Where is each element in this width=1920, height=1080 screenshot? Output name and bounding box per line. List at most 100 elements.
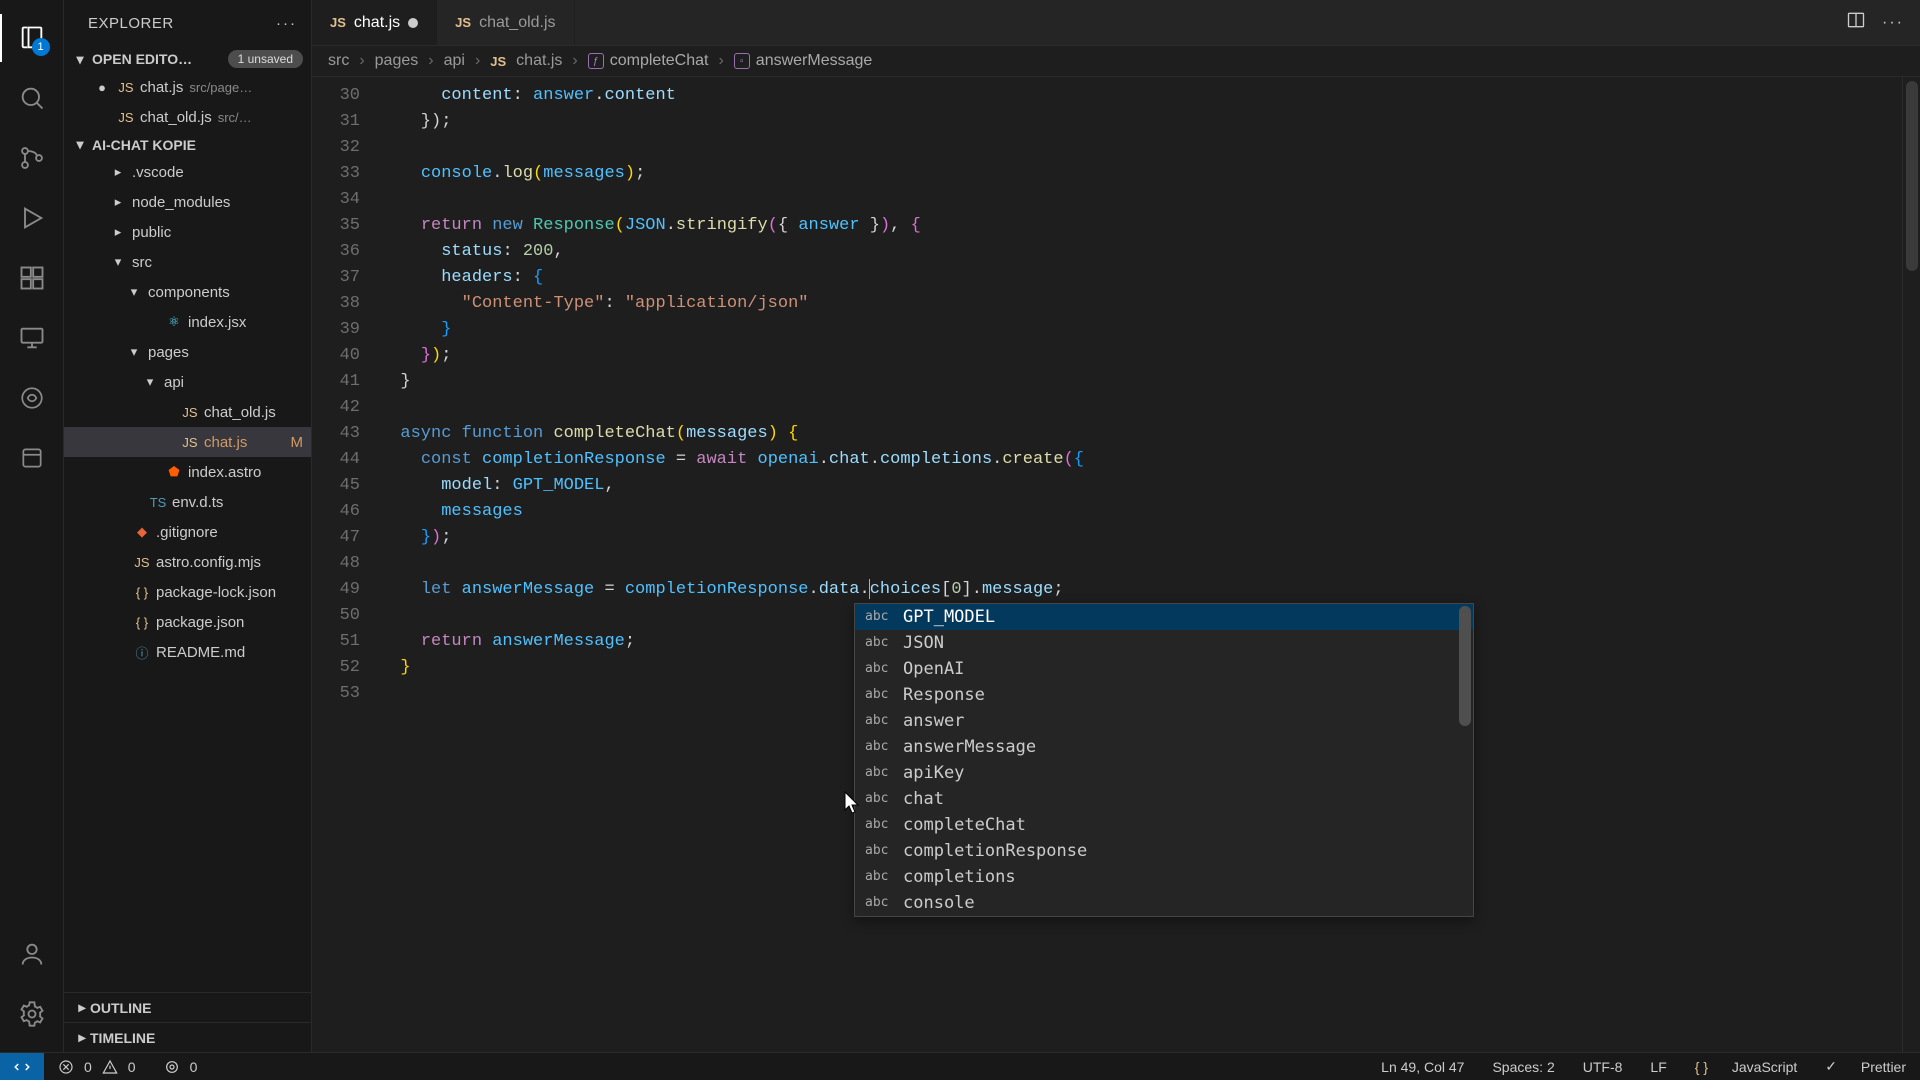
folder-item[interactable]: ▸node_modules (64, 187, 311, 217)
folder-item[interactable]: ▸public (64, 217, 311, 247)
intellisense-popup[interactable]: abcGPT_MODELabcJSONabcOpenAIabcResponsea… (854, 603, 1474, 917)
suggest-item[interactable]: abcchat (855, 786, 1473, 812)
suggest-kind-icon: abc (865, 734, 893, 760)
suggest-scrollbar[interactable] (1459, 606, 1471, 726)
search-icon[interactable] (0, 68, 64, 128)
suggest-item[interactable]: abcResponse (855, 682, 1473, 708)
minimap[interactable] (1902, 77, 1920, 1052)
file-item[interactable]: JSchat.jsM (64, 427, 311, 457)
folder-item[interactable]: ▾pages (64, 337, 311, 367)
open-editor-path: src/page… (189, 80, 252, 95)
suggest-item[interactable]: abccompleteChat (855, 812, 1473, 838)
outline-header[interactable]: ▸ OUTLINE (64, 992, 311, 1022)
breadcrumb-symbol[interactable]: ▫answerMessage (734, 52, 873, 70)
suggest-kind-icon: abc (865, 838, 893, 864)
breadcrumb-item[interactable]: pages (375, 52, 419, 70)
timeline-header[interactable]: ▸ TIMELINE (64, 1022, 311, 1052)
file-item[interactable]: ⬟index.astro (64, 457, 311, 487)
chevron-down-icon: ▾ (124, 344, 144, 360)
open-editor-item[interactable]: ● JS chat.js src/page… (64, 72, 311, 102)
chevron-down-icon: ▾ (140, 374, 160, 390)
folder-item[interactable]: ▾src (64, 247, 311, 277)
split-editor-icon[interactable] (1846, 10, 1866, 35)
explorer-title-label: EXPLORER (88, 15, 174, 32)
suggest-kind-icon: abc (865, 760, 893, 786)
code-content[interactable]: content: answer.content }); console.log(… (374, 77, 1902, 1052)
chevron-down-icon: ▾ (72, 51, 88, 68)
tab-chat-old-js[interactable]: JS chat_old.js (437, 0, 574, 45)
explorer-icon[interactable]: 1 (0, 8, 64, 68)
file-item[interactable]: JSastro.config.mjs (64, 547, 311, 577)
suggest-kind-icon: abc (865, 604, 893, 630)
remote-indicator[interactable] (0, 1053, 44, 1080)
open-editors-header[interactable]: ▾ OPEN EDITO… 1 unsaved (64, 46, 311, 72)
tab-label: chat_old.js (479, 14, 556, 32)
outline-label: OUTLINE (90, 1000, 151, 1016)
cursor-position[interactable]: Ln 49, Col 47 (1367, 1058, 1478, 1075)
suggest-item[interactable]: abcJSON (855, 630, 1473, 656)
more-icon[interactable]: ··· (1882, 14, 1904, 32)
suggest-item[interactable]: abcapiKey (855, 760, 1473, 786)
file-item[interactable]: ⚛index.jsx (64, 307, 311, 337)
source-control-icon[interactable] (0, 128, 64, 188)
settings-gear-icon[interactable] (0, 984, 64, 1044)
open-editors-label: OPEN EDITO… (92, 51, 192, 67)
breadcrumb-item[interactable]: api (444, 52, 465, 70)
editor-area: JS chat.js JS chat_old.js ··· src› pages… (312, 0, 1920, 1052)
file-item[interactable]: ◆.gitignore (64, 517, 311, 547)
warnings-count: 0 (128, 1059, 136, 1075)
encoding-status[interactable]: UTF-8 (1569, 1058, 1637, 1075)
file-item[interactable]: TSenv.d.ts (64, 487, 311, 517)
tab-chat-js[interactable]: JS chat.js (312, 0, 437, 45)
code-editor[interactable]: 3031323334353637383940414243444546474849… (312, 77, 1920, 1052)
suggest-kind-icon: abc (865, 656, 893, 682)
accounts-icon[interactable] (0, 924, 64, 984)
dirty-dot-icon (408, 18, 418, 28)
activity-extra-1-icon[interactable] (0, 368, 64, 428)
chevron-down-icon: ▾ (72, 136, 88, 153)
breadcrumb-item[interactable]: src (328, 52, 349, 70)
js-file-icon: JS (116, 80, 136, 95)
file-item[interactable]: ⓘREADME.md (64, 637, 311, 667)
eol-status[interactable]: LF (1636, 1058, 1680, 1075)
open-editor-item[interactable]: JS chat_old.js src/… (64, 102, 311, 132)
chevron-right-icon: ▸ (108, 164, 128, 180)
ports-status[interactable]: 0 (150, 1059, 212, 1075)
run-debug-icon[interactable] (0, 188, 64, 248)
problems-status[interactable]: 0 0 (44, 1059, 150, 1075)
file-item[interactable]: JSchat_old.js (64, 397, 311, 427)
file-item[interactable]: { }package-lock.json (64, 577, 311, 607)
suggest-item[interactable]: abcanswerMessage (855, 734, 1473, 760)
chevron-right-icon: ▸ (108, 194, 128, 210)
suggest-item[interactable]: abcOpenAI (855, 656, 1473, 682)
suggest-item[interactable]: abcGPT_MODEL (855, 604, 1473, 630)
suggest-item[interactable]: abcconsole (855, 890, 1473, 916)
chevron-right-icon: ▸ (108, 224, 128, 240)
language-status[interactable]: { } JavaScript (1681, 1058, 1812, 1075)
js-file-icon: JS (116, 110, 136, 125)
suggest-item[interactable]: abcanswer (855, 708, 1473, 734)
suggest-kind-icon: abc (865, 864, 893, 890)
remote-explorer-icon[interactable] (0, 308, 64, 368)
suggest-kind-icon: abc (865, 682, 893, 708)
folder-item[interactable]: ▾components (64, 277, 311, 307)
timeline-label: TIMELINE (90, 1030, 155, 1046)
breadcrumb-symbol[interactable]: ƒcompleteChat (588, 52, 709, 70)
breadcrumb-item[interactable]: chat.js (516, 52, 562, 70)
suggest-item[interactable]: abccompletionResponse (855, 838, 1473, 864)
variable-icon: ▫ (734, 53, 750, 69)
suggest-kind-icon: abc (865, 708, 893, 734)
extensions-icon[interactable] (0, 248, 64, 308)
suggest-item[interactable]: abccompletions (855, 864, 1473, 890)
breadcrumbs[interactable]: src› pages› api› JS chat.js› ƒcompleteCh… (312, 46, 1920, 77)
file-item[interactable]: { }package.json (64, 607, 311, 637)
project-header[interactable]: ▾ AI-CHAT KOPIE (64, 132, 311, 157)
more-icon[interactable]: ··· (276, 15, 297, 32)
folder-item[interactable]: ▾api (64, 367, 311, 397)
folder-item[interactable]: ▸.vscode (64, 157, 311, 187)
file-tree: ▸.vscode▸node_modules▸public▾src▾compone… (64, 157, 311, 667)
indentation-status[interactable]: Spaces: 2 (1478, 1058, 1568, 1075)
activity-extra-2-icon[interactable] (0, 428, 64, 488)
minimap-thumb[interactable] (1906, 81, 1918, 271)
prettier-status[interactable]: ✓ Prettier (1811, 1058, 1920, 1075)
